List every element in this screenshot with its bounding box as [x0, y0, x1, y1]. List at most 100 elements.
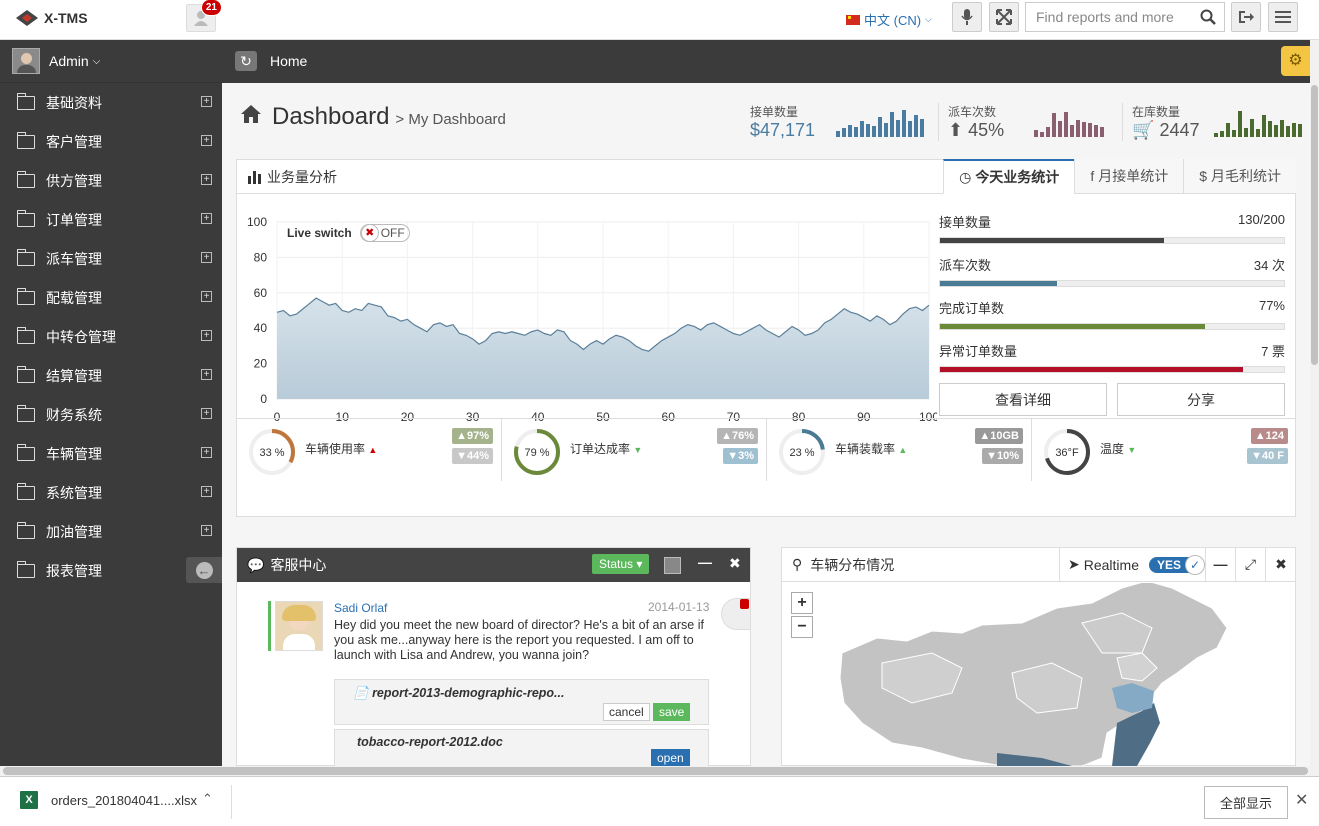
close-icon[interactable]: ✖: [1265, 548, 1296, 581]
tab-monthly-profit[interactable]: $ 月毛利统计: [1183, 159, 1296, 194]
sparkline-orders: [836, 109, 924, 137]
share-button[interactable]: 分享: [1117, 383, 1285, 416]
chat-title: 客服中心: [270, 557, 327, 573]
expand-plus-icon[interactable]: +: [201, 135, 212, 146]
expand-plus-icon[interactable]: +: [201, 525, 212, 536]
save-button[interactable]: save: [653, 703, 691, 721]
sidebar-collapse-button[interactable]: ←: [186, 557, 222, 583]
sidebar-item[interactable]: 客户管理 +: [0, 122, 222, 161]
expand-plus-icon[interactable]: +: [201, 174, 212, 185]
gauge-ring: 79 %: [514, 429, 560, 475]
open-button[interactable]: open: [651, 749, 690, 766]
expand-plus-icon[interactable]: +: [201, 291, 212, 302]
tab-today[interactable]: ◷ 今天业务统计: [943, 159, 1075, 194]
expand-plus-icon[interactable]: +: [201, 96, 212, 107]
search-input[interactable]: Find reports and more: [1026, 9, 1200, 25]
language-selector[interactable]: 中文 (CN) ⌵: [846, 10, 932, 29]
sparkline-bar: [1280, 120, 1284, 137]
expand-icon[interactable]: ⤢: [1235, 548, 1265, 581]
realtime-toggle[interactable]: YES ✓: [1148, 554, 1205, 575]
download-filename[interactable]: orders_201804041....xlsx: [51, 793, 197, 808]
sparkline-bar: [1070, 125, 1074, 137]
message-author[interactable]: Sadi Orlaf: [334, 601, 387, 615]
live-switch[interactable]: Live switch ✖ OFF: [287, 224, 410, 242]
sparkline-bar: [1286, 126, 1290, 137]
notifications-button[interactable]: 21: [186, 0, 222, 32]
sidebar-item[interactable]: 车辆管理 +: [0, 434, 222, 473]
sidebar-item[interactable]: 加油管理 +: [0, 512, 222, 551]
cancel-button[interactable]: cancel: [603, 703, 650, 721]
progress-value: 34 次: [1253, 258, 1285, 273]
china-map[interactable]: [782, 583, 1295, 766]
scrollbar-thumb[interactable]: [3, 767, 1308, 775]
chevron-up-icon[interactable]: ⌃: [202, 791, 213, 807]
sparkline-inventory: [1214, 109, 1302, 137]
attachment-name[interactable]: tobacco-report-2012.doc: [357, 735, 503, 749]
menu-button[interactable]: [1268, 2, 1298, 32]
sidebar-item[interactable]: 配载管理 +: [0, 278, 222, 317]
user-icon[interactable]: [721, 598, 751, 630]
minimize-icon[interactable]: —: [1205, 548, 1235, 581]
expand-plus-icon[interactable]: +: [201, 330, 212, 341]
folder-icon: [17, 92, 35, 110]
refresh-icon[interactable]: ↻: [235, 51, 257, 71]
expand-plus-icon[interactable]: +: [201, 486, 212, 497]
progress-fill: [940, 281, 1057, 286]
status-dropdown[interactable]: Status ▾: [592, 554, 650, 574]
fullscreen-button[interactable]: [989, 2, 1019, 32]
expand-plus-icon[interactable]: +: [201, 252, 212, 263]
progress-label: 异常订单数量: [939, 344, 1018, 359]
gauge-cell: 36°F 温度 ▼ ▲124 ▼40 F: [1032, 419, 1296, 481]
tab-monthly-orders[interactable]: f 月接单统计: [1074, 159, 1184, 194]
avatar: [12, 48, 40, 74]
folder-icon: [17, 365, 35, 383]
breadcrumb-home[interactable]: Home: [270, 53, 307, 69]
live-toggle[interactable]: ✖ OFF: [359, 224, 410, 242]
divider: [1122, 103, 1123, 141]
expand-plus-icon[interactable]: +: [201, 369, 212, 380]
logout-button[interactable]: [1231, 2, 1261, 32]
sidebar-item[interactable]: 供方管理 +: [0, 161, 222, 200]
panel-title: 业务量分析: [267, 168, 337, 185]
toggle-state: YES: [1156, 557, 1181, 572]
brand-logo[interactable]: X-TMS: [14, 8, 88, 28]
sidebar-item-label: 结算管理: [46, 367, 102, 384]
view-details-button[interactable]: 查看详细: [939, 383, 1107, 416]
sidebar-item[interactable]: 基础资料 +: [0, 83, 222, 122]
sparkline-bar: [854, 127, 858, 137]
sparkline-bar: [896, 120, 900, 137]
close-icon[interactable]: ✕: [1295, 790, 1308, 810]
sidebar-item-label: 加油管理: [46, 523, 102, 540]
vertical-scrollbar[interactable]: [1310, 40, 1319, 766]
expand-plus-icon[interactable]: +: [201, 213, 212, 224]
stat-dispatch: 派车次数 ⬆ 45%: [948, 103, 1004, 141]
show-all-button[interactable]: 全部显示: [1204, 786, 1289, 819]
search-box[interactable]: Find reports and more: [1025, 2, 1225, 32]
settings-button[interactable]: ⚙: [1281, 46, 1310, 76]
microphone-button[interactable]: [952, 2, 982, 32]
stat-value: $47,171: [750, 120, 816, 140]
expand-plus-icon[interactable]: +: [201, 447, 212, 458]
gear-icon: ⚙: [1288, 52, 1303, 69]
scrollbar-thumb[interactable]: [1311, 85, 1318, 365]
gauge-ring: 36°F: [1044, 429, 1090, 475]
horizontal-scrollbar[interactable]: [0, 766, 1319, 776]
close-icon[interactable]: ✖: [729, 555, 741, 572]
user-menu[interactable]: Admin ⌵: [0, 40, 222, 83]
sidebar-item[interactable]: 财务系统 +: [0, 395, 222, 434]
stat-label: 派车次数: [948, 105, 997, 119]
sidebar-item[interactable]: 结算管理 +: [0, 356, 222, 395]
sparkline-bar: [848, 125, 852, 137]
sidebar-item-label: 订单管理: [46, 211, 102, 228]
chevron-down-icon: ⌵: [92, 55, 101, 67]
search-icon[interactable]: [1200, 9, 1216, 25]
gauge-label: 订单达成率: [570, 442, 631, 456]
minimize-icon[interactable]: —: [698, 554, 712, 570]
attachment-name[interactable]: report-2013-demographic-repo...: [372, 686, 564, 700]
sidebar-item[interactable]: 中转仓管理 +: [0, 317, 222, 356]
expand-plus-icon[interactable]: +: [201, 408, 212, 419]
sidebar-item[interactable]: 订单管理 +: [0, 200, 222, 239]
sidebar-item[interactable]: 系统管理 +: [0, 473, 222, 512]
color-swatch[interactable]: [664, 557, 681, 574]
sidebar-item[interactable]: 派车管理 +: [0, 239, 222, 278]
